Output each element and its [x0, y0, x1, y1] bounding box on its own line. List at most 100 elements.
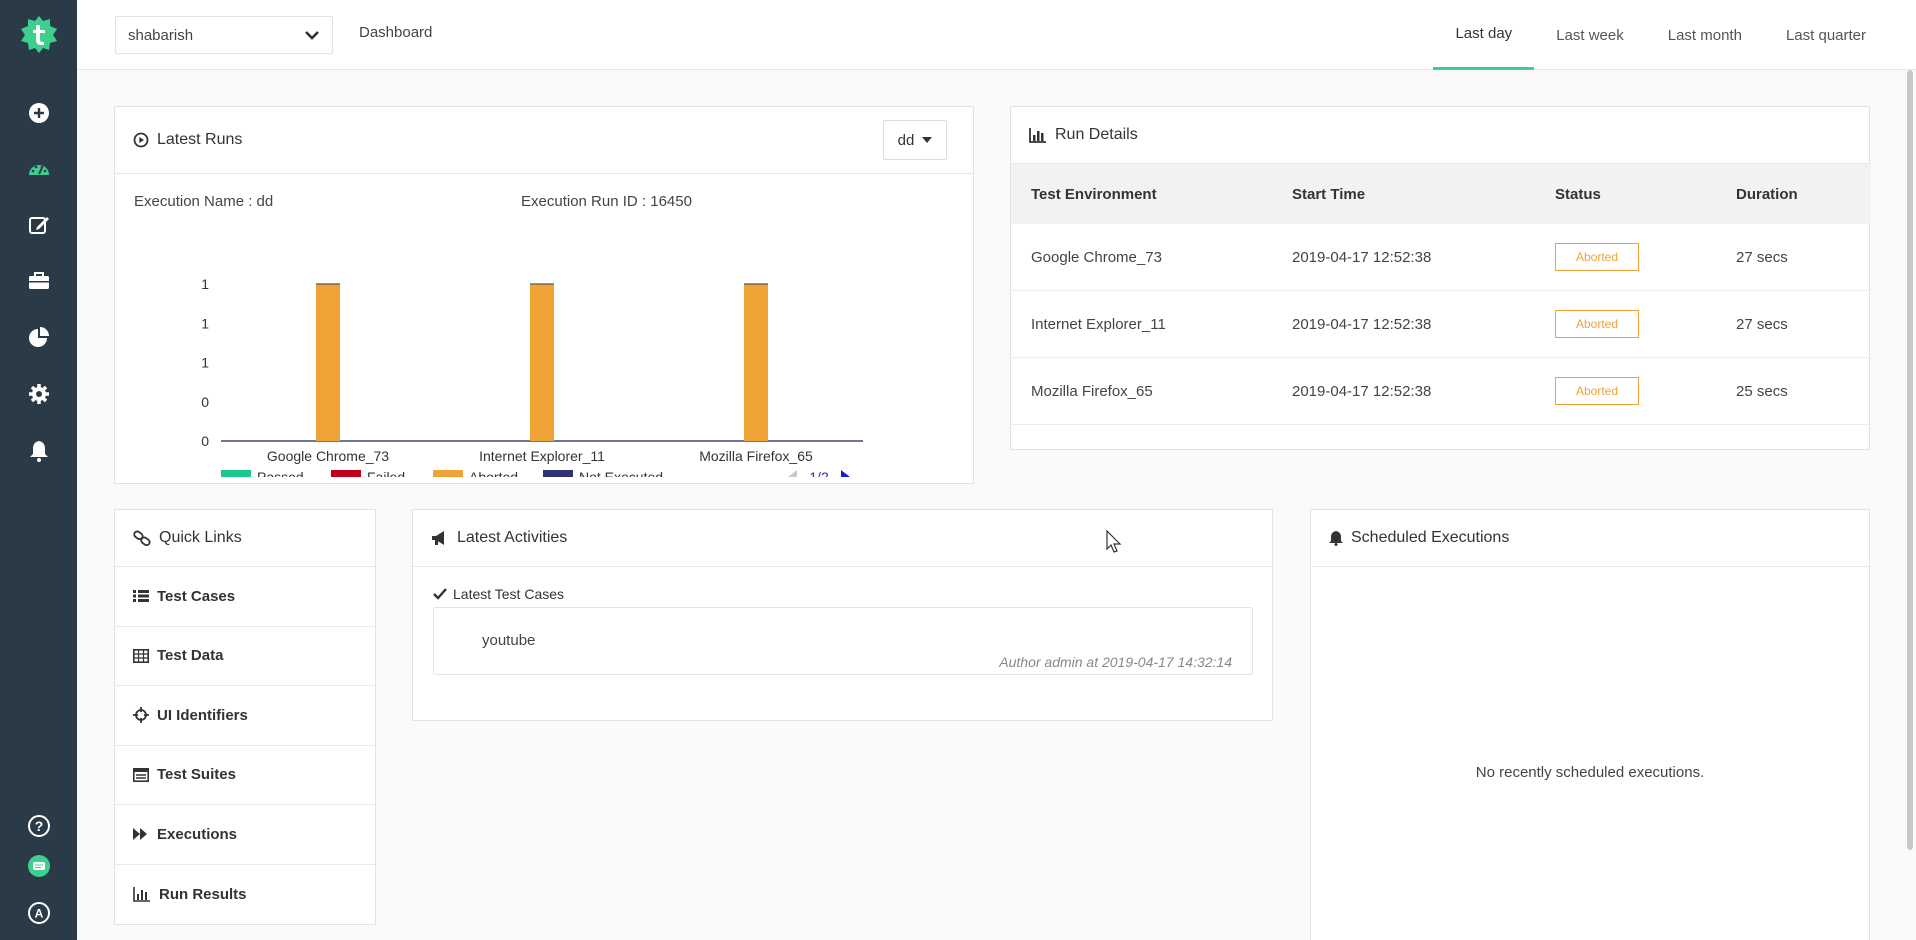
tab-last-month[interactable]: Last month: [1646, 0, 1764, 70]
latest-runs-title: Latest Runs: [157, 131, 243, 148]
row-start-time: 2019-04-17 12:52:38: [1292, 382, 1432, 400]
row-environment: Internet Explorer_11: [1031, 315, 1166, 333]
row-environment: Mozilla Firefox_65: [1031, 382, 1153, 400]
quick-link-run-results[interactable]: Run Results: [115, 865, 375, 925]
next-page-icon: [841, 470, 850, 477]
tab-last-quarter[interactable]: Last quarter: [1764, 0, 1888, 70]
time-range-tabs: Last day Last week Last month Last quart…: [1433, 0, 1888, 70]
play-circle-icon: [133, 132, 149, 148]
scheduled-executions-header: Scheduled Executions: [1311, 510, 1869, 567]
crosshair-icon: [133, 707, 149, 724]
runs-bar-chart: 1 1 1 0 0 Google Chrome_73 Internet Explorer_1…: [201, 276, 863, 477]
empty-state-message: No recently scheduled executions.: [1475, 764, 1705, 781]
tab-last-week[interactable]: Last week: [1534, 0, 1646, 70]
col-duration[interactable]: Duration: [1736, 186, 1798, 203]
account-icon[interactable]: A: [24, 898, 54, 928]
sidebar: ? A: [0, 0, 77, 940]
table-icon: [133, 648, 149, 663]
row-duration: 25 secs: [1736, 382, 1788, 400]
latest-test-cases-text: Latest Test Cases: [453, 586, 565, 602]
row-start-time: 2019-04-17 12:52:38: [1292, 248, 1432, 266]
quick-links-panel: Quick Links Test Cases Test Data UI Iden…: [114, 509, 376, 925]
x-tick-label: Mozilla Firefox_65: [699, 448, 813, 464]
quick-link-ui-identifiers[interactable]: UI Identifiers: [115, 686, 375, 746]
y-tick-label: 1: [201, 355, 209, 371]
fast-forward-icon: [133, 828, 147, 841]
latest-activities-panel: Latest Activities Latest Test Cases yout…: [412, 509, 1273, 721]
bar-aborted: [530, 284, 554, 441]
edit-icon[interactable]: [24, 210, 54, 240]
quick-link-label: UI Identifiers: [157, 706, 248, 724]
app-logo-icon[interactable]: [19, 14, 59, 54]
x-tick-label: Google Chrome_73: [267, 448, 389, 464]
quick-link-label: Run Results: [159, 885, 247, 903]
legend-swatch: [331, 470, 361, 477]
y-tick-label: 0: [201, 433, 209, 449]
bar-aborted: [744, 284, 768, 441]
add-icon[interactable]: [24, 98, 54, 128]
tab-last-day[interactable]: Last day: [1433, 0, 1535, 70]
top-bar: shabarish Dashboard Last day Last week L…: [77, 0, 1916, 70]
dashboard-icon[interactable]: [24, 155, 54, 185]
settings-icon[interactable]: [24, 379, 54, 409]
col-test-environment[interactable]: Test Environment: [1031, 186, 1157, 203]
quick-link-label: Executions: [157, 825, 238, 843]
legend-label: Not Executed: [579, 469, 663, 477]
link-icon: [133, 530, 151, 546]
activity-item-name[interactable]: youtube: [482, 632, 535, 649]
legend-label: Aborted: [469, 469, 518, 477]
list-icon: [133, 590, 149, 603]
bar-chart-icon: [133, 887, 150, 903]
execution-run-id: Execution Run ID : 16450: [521, 193, 692, 210]
project-select[interactable]: shabarish: [115, 16, 333, 54]
legend-swatch: [543, 470, 573, 477]
chat-icon[interactable]: [24, 851, 54, 881]
latest-runs-panel: Latest Runs dd Execution Name : dd Execu…: [114, 106, 974, 484]
execution-dropdown[interactable]: dd: [883, 120, 947, 160]
quick-link-label: Test Cases: [157, 587, 236, 605]
chevron-down-icon: [305, 31, 319, 40]
legend-swatch: [433, 470, 463, 477]
run-details-header: Run Details: [1011, 107, 1869, 164]
breadcrumb[interactable]: Dashboard: [359, 24, 432, 41]
suite-icon: [133, 767, 149, 782]
quick-link-test-data[interactable]: Test Data: [115, 627, 375, 686]
bell-icon: [1329, 531, 1343, 546]
bell-icon[interactable]: [24, 436, 54, 466]
quick-link-test-suites[interactable]: Test Suites: [115, 746, 375, 805]
quick-links-header: Quick Links: [115, 510, 375, 567]
briefcase-icon[interactable]: [24, 266, 54, 296]
pie-chart-icon[interactable]: [24, 323, 54, 353]
project-select-value: shabarish: [128, 26, 194, 44]
table-row[interactable]: Internet Explorer_11 2019-04-17 12:52:38…: [1011, 291, 1871, 358]
col-start-time[interactable]: Start Time: [1292, 186, 1365, 203]
bar-aborted: [316, 284, 340, 441]
run-details-title: Run Details: [1055, 126, 1138, 143]
mouse-cursor-icon: [1106, 530, 1122, 553]
caret-down-icon: [922, 137, 933, 143]
page-scrollbar[interactable]: [1907, 70, 1913, 850]
quick-link-executions[interactable]: Executions: [115, 805, 375, 865]
row-duration: 27 secs: [1736, 248, 1788, 266]
activity-item-author: Author admin at 2019-04-17 14:32:14: [999, 654, 1232, 670]
row-duration: 27 secs: [1736, 315, 1788, 333]
status-badge: Aborted: [1555, 310, 1640, 338]
table-row[interactable]: Mozilla Firefox_65 2019-04-17 12:52:38 A…: [1011, 358, 1871, 425]
y-tick-label: 0: [201, 394, 209, 410]
y-tick-label: 1: [201, 315, 209, 331]
svg-text:A: A: [35, 907, 44, 921]
legend-label: Failed: [367, 469, 405, 477]
col-status[interactable]: Status: [1555, 186, 1601, 203]
megaphone-icon: [432, 531, 444, 545]
run-details-panel: Run Details Test Environment Start Time …: [1010, 106, 1871, 450]
pager-text: 1/2: [809, 469, 829, 477]
quick-link-test-cases[interactable]: Test Cases: [115, 567, 375, 627]
run-details-table-header: Test Environment Start Time Status Durat…: [1011, 164, 1871, 224]
legend-label: Passed: [257, 469, 304, 477]
scheduled-executions-title: Scheduled Executions: [1351, 529, 1510, 546]
latest-runs-header: Latest Runs: [115, 107, 973, 174]
status-badge: Aborted: [1555, 377, 1640, 405]
table-row[interactable]: Google Chrome_73 2019-04-17 12:52:38 Abo…: [1011, 224, 1871, 291]
activity-item[interactable]: youtube Author admin at 2019-04-17 14:32…: [433, 607, 1253, 675]
help-icon[interactable]: ?: [24, 811, 54, 841]
